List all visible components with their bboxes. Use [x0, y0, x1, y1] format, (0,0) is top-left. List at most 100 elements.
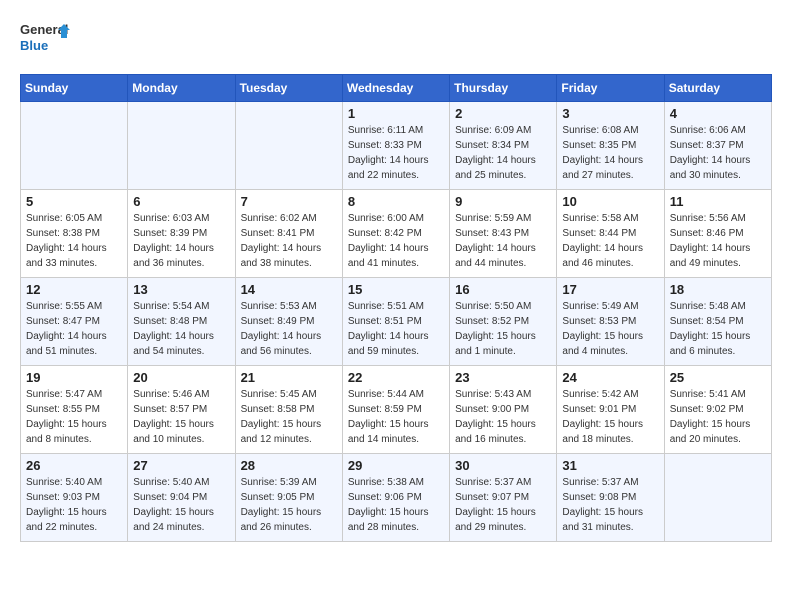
- weekday-header-tuesday: Tuesday: [235, 75, 342, 102]
- calendar-day-cell: 26Sunrise: 5:40 AM Sunset: 9:03 PM Dayli…: [21, 454, 128, 542]
- day-number: 1: [348, 106, 444, 121]
- calendar-day-cell: 13 Sunrise: 5:54 AM Sunset: 8:48 PM Dayli…: [128, 278, 235, 366]
- calendar-day-cell: 30Sunrise: 5:37 AM Sunset: 9:07 PM Dayli…: [450, 454, 557, 542]
- day-details: Sunrise: 5:54 AM Sunset: 8:48 PM Dayligh…: [133, 299, 229, 359]
- day-number: 8: [348, 194, 444, 209]
- calendar-day-cell: 17Sunrise: 5:49 AM Sunset: 8:53 PM Dayli…: [557, 278, 664, 366]
- logo: General Blue: [20, 20, 70, 58]
- calendar-week-row: 19 Sunrise: 5:47 AM Sunset: 8:55 PM Dayli…: [21, 366, 772, 454]
- day-details: Sunrise: 6:06 AM Sunset: 8:37 PM Dayligh…: [670, 123, 766, 183]
- day-number: 3: [562, 106, 658, 121]
- day-details: Sunrise: 6:05 AM Sunset: 8:38 PM Dayligh…: [26, 211, 122, 271]
- day-details: Sunrise: 5:53 AM Sunset: 8:49 PM Dayligh…: [241, 299, 337, 359]
- weekday-header-friday: Friday: [557, 75, 664, 102]
- page-header: General Blue: [20, 20, 772, 58]
- day-number: 23: [455, 370, 551, 385]
- day-details: Sunrise: 5:50 AM Sunset: 8:52 PM Dayligh…: [455, 299, 551, 359]
- calendar-week-row: 12 Sunrise: 5:55 AM Sunset: 8:47 PM Dayli…: [21, 278, 772, 366]
- day-number: 6: [133, 194, 229, 209]
- day-number: 29: [348, 458, 444, 473]
- day-details: Sunrise: 5:58 AM Sunset: 8:44 PM Dayligh…: [562, 211, 658, 271]
- calendar-day-cell: 10 Sunrise: 5:58 AM Sunset: 8:44 PM Dayli…: [557, 190, 664, 278]
- calendar-day-cell: 4 Sunrise: 6:06 AM Sunset: 8:37 PM Daylig…: [664, 102, 771, 190]
- day-details: Sunrise: 5:46 AM Sunset: 8:57 PM Dayligh…: [133, 387, 229, 447]
- calendar-week-row: 26Sunrise: 5:40 AM Sunset: 9:03 PM Dayli…: [21, 454, 772, 542]
- day-details: Sunrise: 6:08 AM Sunset: 8:35 PM Dayligh…: [562, 123, 658, 183]
- day-details: Sunrise: 5:49 AM Sunset: 8:53 PM Dayligh…: [562, 299, 658, 359]
- day-details: Sunrise: 6:02 AM Sunset: 8:41 PM Dayligh…: [241, 211, 337, 271]
- day-number: 7: [241, 194, 337, 209]
- calendar-day-cell: 1Sunrise: 6:11 AM Sunset: 8:33 PM Daylig…: [342, 102, 449, 190]
- day-details: Sunrise: 5:40 AM Sunset: 9:03 PM Dayligh…: [26, 475, 122, 535]
- calendar-day-cell: 11Sunrise: 5:56 AM Sunset: 8:46 PM Dayli…: [664, 190, 771, 278]
- calendar-day-cell: 6Sunrise: 6:03 AM Sunset: 8:39 PM Daylig…: [128, 190, 235, 278]
- day-details: Sunrise: 5:37 AM Sunset: 9:08 PM Dayligh…: [562, 475, 658, 535]
- day-number: 12: [26, 282, 122, 297]
- day-number: 5: [26, 194, 122, 209]
- day-number: 13: [133, 282, 229, 297]
- weekday-header-saturday: Saturday: [664, 75, 771, 102]
- weekday-header-sunday: Sunday: [21, 75, 128, 102]
- calendar-table: SundayMondayTuesdayWednesdayThursdayFrid…: [20, 74, 772, 542]
- day-details: Sunrise: 5:55 AM Sunset: 8:47 PM Dayligh…: [26, 299, 122, 359]
- day-number: 2: [455, 106, 551, 121]
- calendar-day-cell: 2 Sunrise: 6:09 AM Sunset: 8:34 PM Daylig…: [450, 102, 557, 190]
- day-number: 18: [670, 282, 766, 297]
- weekday-header-monday: Monday: [128, 75, 235, 102]
- day-number: 24: [562, 370, 658, 385]
- calendar-day-cell: 12 Sunrise: 5:55 AM Sunset: 8:47 PM Dayli…: [21, 278, 128, 366]
- logo-svg: General Blue: [20, 20, 70, 58]
- day-details: Sunrise: 5:47 AM Sunset: 8:55 PM Dayligh…: [26, 387, 122, 447]
- day-number: 20: [133, 370, 229, 385]
- calendar-day-cell: 14 Sunrise: 5:53 AM Sunset: 8:49 PM Dayli…: [235, 278, 342, 366]
- day-details: Sunrise: 6:09 AM Sunset: 8:34 PM Dayligh…: [455, 123, 551, 183]
- weekday-header-thursday: Thursday: [450, 75, 557, 102]
- calendar-empty-cell: [21, 102, 128, 190]
- day-number: 31: [562, 458, 658, 473]
- day-details: Sunrise: 5:48 AM Sunset: 8:54 PM Dayligh…: [670, 299, 766, 359]
- calendar-day-cell: 22 Sunrise: 5:44 AM Sunset: 8:59 PM Dayli…: [342, 366, 449, 454]
- day-number: 22: [348, 370, 444, 385]
- calendar-day-cell: 3 Sunrise: 6:08 AM Sunset: 8:35 PM Daylig…: [557, 102, 664, 190]
- weekday-header-wednesday: Wednesday: [342, 75, 449, 102]
- day-details: Sunrise: 5:42 AM Sunset: 9:01 PM Dayligh…: [562, 387, 658, 447]
- day-details: Sunrise: 6:00 AM Sunset: 8:42 PM Dayligh…: [348, 211, 444, 271]
- calendar-day-cell: 24 Sunrise: 5:42 AM Sunset: 9:01 PM Dayli…: [557, 366, 664, 454]
- day-details: Sunrise: 5:41 AM Sunset: 9:02 PM Dayligh…: [670, 387, 766, 447]
- day-details: Sunrise: 5:43 AM Sunset: 9:00 PM Dayligh…: [455, 387, 551, 447]
- calendar-empty-cell: [235, 102, 342, 190]
- svg-text:Blue: Blue: [20, 38, 48, 53]
- day-number: 16: [455, 282, 551, 297]
- day-details: Sunrise: 5:39 AM Sunset: 9:05 PM Dayligh…: [241, 475, 337, 535]
- day-number: 4: [670, 106, 766, 121]
- calendar-day-cell: 29 Sunrise: 5:38 AM Sunset: 9:06 PM Dayli…: [342, 454, 449, 542]
- day-number: 9: [455, 194, 551, 209]
- day-number: 10: [562, 194, 658, 209]
- calendar-day-cell: 18 Sunrise: 5:48 AM Sunset: 8:54 PM Dayli…: [664, 278, 771, 366]
- day-number: 15: [348, 282, 444, 297]
- day-number: 27: [133, 458, 229, 473]
- day-details: Sunrise: 5:59 AM Sunset: 8:43 PM Dayligh…: [455, 211, 551, 271]
- calendar-day-cell: 31 Sunrise: 5:37 AM Sunset: 9:08 PM Dayli…: [557, 454, 664, 542]
- calendar-day-cell: 16 Sunrise: 5:50 AM Sunset: 8:52 PM Dayli…: [450, 278, 557, 366]
- day-details: Sunrise: 5:38 AM Sunset: 9:06 PM Dayligh…: [348, 475, 444, 535]
- day-details: Sunrise: 5:44 AM Sunset: 8:59 PM Dayligh…: [348, 387, 444, 447]
- day-number: 19: [26, 370, 122, 385]
- day-number: 11: [670, 194, 766, 209]
- calendar-week-row: 1Sunrise: 6:11 AM Sunset: 8:33 PM Daylig…: [21, 102, 772, 190]
- day-number: 28: [241, 458, 337, 473]
- day-details: Sunrise: 5:40 AM Sunset: 9:04 PM Dayligh…: [133, 475, 229, 535]
- calendar-day-cell: 23 Sunrise: 5:43 AM Sunset: 9:00 PM Dayli…: [450, 366, 557, 454]
- day-number: 14: [241, 282, 337, 297]
- calendar-day-cell: 21 Sunrise: 5:45 AM Sunset: 8:58 PM Dayli…: [235, 366, 342, 454]
- calendar-day-cell: 7 Sunrise: 6:02 AM Sunset: 8:41 PM Daylig…: [235, 190, 342, 278]
- calendar-week-row: 5 Sunrise: 6:05 AM Sunset: 8:38 PM Daylig…: [21, 190, 772, 278]
- calendar-day-cell: 19 Sunrise: 5:47 AM Sunset: 8:55 PM Dayli…: [21, 366, 128, 454]
- calendar-day-cell: 28 Sunrise: 5:39 AM Sunset: 9:05 PM Dayli…: [235, 454, 342, 542]
- day-details: Sunrise: 5:45 AM Sunset: 8:58 PM Dayligh…: [241, 387, 337, 447]
- day-number: 25: [670, 370, 766, 385]
- calendar-day-cell: 8 Sunrise: 6:00 AM Sunset: 8:42 PM Daylig…: [342, 190, 449, 278]
- calendar-empty-cell: [128, 102, 235, 190]
- calendar-day-cell: 20 Sunrise: 5:46 AM Sunset: 8:57 PM Dayli…: [128, 366, 235, 454]
- day-number: 21: [241, 370, 337, 385]
